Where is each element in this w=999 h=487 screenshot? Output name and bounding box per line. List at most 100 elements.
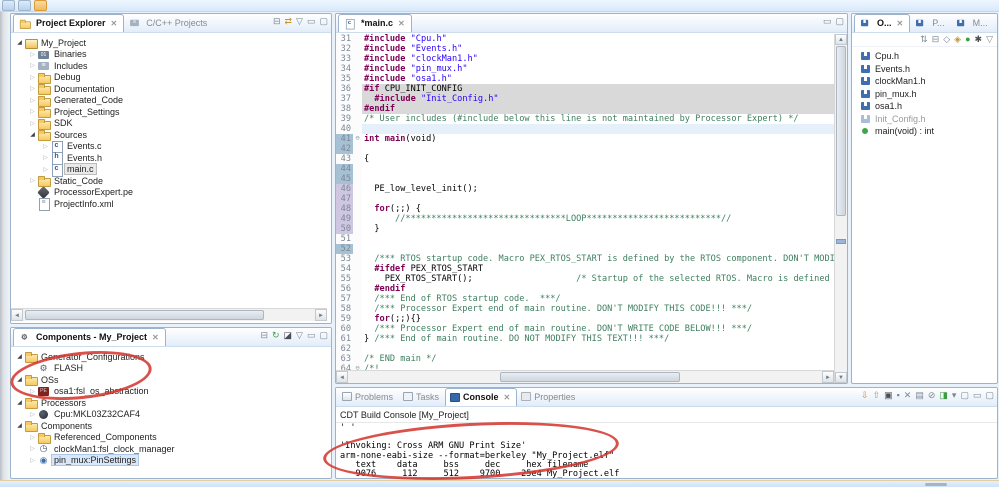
scroll-left-icon[interactable]: ◄ bbox=[336, 371, 348, 383]
maximize-icon[interactable]: ▢ bbox=[835, 17, 844, 26]
expand-arrow-icon[interactable]: ▷ bbox=[41, 166, 50, 173]
tab-tasks[interactable]: Tasks bbox=[399, 388, 445, 406]
tree-item-documentation[interactable]: ▷ Documentation bbox=[15, 83, 331, 96]
tree-item-events-c[interactable]: ▷ Events.c bbox=[15, 140, 331, 154]
tree-item-projectinfo-xml[interactable]: ProjectInfo.xml bbox=[15, 198, 331, 212]
expand-arrow-icon[interactable]: ▷ bbox=[28, 457, 37, 464]
tab-peripherals[interactable]: P... bbox=[910, 14, 950, 32]
scroll-right-icon[interactable]: ► bbox=[822, 371, 834, 383]
close-icon[interactable]: ✕ bbox=[398, 19, 405, 28]
expand-arrow-icon[interactable]: ▷ bbox=[28, 62, 37, 69]
open-console-icon[interactable]: ▢ bbox=[960, 391, 969, 400]
editor-vscrollbar[interactable]: ▲ ▼ bbox=[834, 34, 847, 383]
tab-problems[interactable]: Problems bbox=[338, 388, 399, 406]
close-icon[interactable]: ✕ bbox=[897, 19, 904, 28]
expand-arrow-icon[interactable]: ▷ bbox=[28, 177, 37, 184]
fold-collapse-icon[interactable]: ⊖ bbox=[353, 134, 362, 144]
tree-item-project-settings[interactable]: ▷ Project_Settings bbox=[15, 106, 331, 119]
minimize-icon[interactable]: ▭ bbox=[307, 331, 316, 340]
perspective-button-3[interactable] bbox=[34, 0, 47, 11]
perspective-button-1[interactable] bbox=[2, 0, 15, 11]
view-menu-icon[interactable]: ▽ bbox=[986, 35, 993, 44]
expand-arrow-icon[interactable]: ▷ bbox=[28, 434, 37, 441]
tab-console[interactable]: Console ✕ bbox=[445, 388, 518, 406]
expand-arrow-icon[interactable]: ▷ bbox=[28, 97, 37, 104]
previous-error-icon[interactable]: ⇧ bbox=[873, 391, 881, 400]
minimize-icon[interactable]: ▭ bbox=[307, 17, 316, 26]
show-console-on-output-icon[interactable]: ▣ bbox=[884, 391, 893, 400]
outline-item-osa1-h[interactable]: osa1.h bbox=[852, 100, 997, 113]
code-editor[interactable]: 31 #include "Cpu.h" 32 #include "Events.h" 3… bbox=[336, 34, 834, 383]
expand-arrow-icon[interactable]: ▷ bbox=[28, 120, 37, 127]
expand-arrow-icon[interactable]: ▷ bbox=[41, 154, 50, 161]
tree-item-binaries[interactable]: ▷ Binaries bbox=[15, 49, 331, 61]
tab-properties[interactable]: Properties bbox=[517, 388, 581, 406]
view-menu-icon[interactable]: ▽ bbox=[296, 331, 303, 340]
tab-templates[interactable]: T... bbox=[994, 14, 997, 32]
sort-icon[interactable]: ⇅ bbox=[920, 35, 928, 44]
tab-make-target[interactable]: M... bbox=[951, 14, 994, 32]
hide-static-members-icon[interactable]: ◈ bbox=[954, 35, 961, 44]
hide-inactive-icon[interactable]: ✱ bbox=[975, 35, 983, 44]
tree-item-pin-mux-pinsettings[interactable]: ▷ pin_mux:PinSettings bbox=[15, 454, 331, 467]
tree-item-processorexpert-pe[interactable]: ProcessorExpert.pe bbox=[15, 187, 331, 199]
tree-item-main-c[interactable]: ▷ main.c bbox=[15, 163, 331, 177]
outline-item-events-h[interactable]: Events.h bbox=[852, 63, 997, 76]
view-menu-icon[interactable]: ▽ bbox=[296, 17, 303, 26]
close-icon[interactable]: ✕ bbox=[504, 393, 511, 402]
tree-item-referenced-components[interactable]: ▷ Referenced_Components bbox=[15, 432, 331, 444]
maximize-icon[interactable]: ▢ bbox=[319, 331, 328, 340]
tree-item-cpu-mkl03z32caf4[interactable]: ▷ Cpu:MKL03Z32CAF4 bbox=[15, 409, 331, 421]
scroll-left-icon[interactable]: ◄ bbox=[11, 309, 23, 321]
close-icon[interactable]: ✕ bbox=[152, 333, 159, 342]
collapse-all-icon[interactable]: ⊟ bbox=[273, 17, 281, 26]
collapse-arrow-icon[interactable]: ◢ bbox=[15, 422, 24, 429]
sash-handle[interactable] bbox=[925, 483, 947, 486]
outline-item-pin-mux-h[interactable]: pin_mux.h bbox=[852, 88, 997, 101]
terminate-icon[interactable]: ▪ bbox=[897, 391, 900, 400]
tree-item-sources[interactable]: ◢ Sources bbox=[15, 129, 331, 142]
vscroll-thumb[interactable] bbox=[836, 46, 846, 216]
maximize-icon[interactable]: ▢ bbox=[985, 391, 994, 400]
clear-console-icon[interactable]: ▤ bbox=[915, 391, 924, 400]
next-error-icon[interactable]: ⇩ bbox=[861, 391, 869, 400]
collapse-arrow-icon[interactable]: ◢ bbox=[15, 353, 24, 360]
collapse-all-icon[interactable]: ⊟ bbox=[932, 35, 940, 44]
collapse-arrow-icon[interactable]: ◢ bbox=[15, 399, 24, 406]
scroll-lock-icon[interactable]: ⊘ bbox=[928, 391, 936, 400]
scroll-right-icon[interactable]: ► bbox=[315, 309, 327, 321]
expand-arrow-icon[interactable]: ▷ bbox=[28, 51, 37, 58]
outline-item-clockman1-h[interactable]: clockMan1.h bbox=[852, 75, 997, 88]
outline-item-init-config-h[interactable]: Init_Config.h bbox=[852, 113, 997, 126]
collapse-arrow-icon[interactable]: ◢ bbox=[28, 131, 37, 138]
expand-arrow-icon[interactable]: ▷ bbox=[28, 108, 37, 115]
display-console-icon[interactable]: ▾ bbox=[952, 391, 957, 400]
collapse-arrow-icon[interactable]: ◢ bbox=[15, 39, 24, 46]
tree-item-sdk[interactable]: ▷ SDK bbox=[15, 118, 331, 130]
expand-arrow-icon[interactable]: ▷ bbox=[41, 143, 50, 150]
tree-item-debug[interactable]: ▷ Debug bbox=[15, 72, 331, 84]
outline-item-main-void-int[interactable]: main(void) : int bbox=[852, 125, 997, 138]
remove-launch-icon[interactable]: ✕ bbox=[904, 391, 912, 400]
tab-cpp-projects[interactable]: C/C++ Projects bbox=[124, 14, 213, 32]
expand-arrow-icon[interactable]: ▷ bbox=[28, 85, 37, 92]
tree-item-clockman1-fsl-clock-manager[interactable]: ▷ clockMan1:fsl_clock_manager bbox=[15, 443, 331, 455]
minimize-icon[interactable]: ▭ bbox=[823, 17, 832, 26]
minimize-icon[interactable]: ▭ bbox=[973, 391, 982, 400]
project-explorer-hscrollbar[interactable]: ◄ ► bbox=[11, 308, 327, 321]
hide-non-public-icon[interactable]: ● bbox=[965, 35, 970, 44]
expand-arrow-icon[interactable]: ▷ bbox=[28, 74, 37, 81]
perspective-button-2[interactable] bbox=[18, 0, 31, 11]
close-icon[interactable]: ✕ bbox=[111, 19, 118, 28]
tree-item-components[interactable]: ◢ Components bbox=[15, 420, 331, 433]
scroll-up-icon[interactable]: ▲ bbox=[835, 34, 847, 45]
hscroll-thumb[interactable] bbox=[499, 372, 680, 382]
tab-components[interactable]: Components - My_Project ✕ bbox=[13, 328, 166, 346]
tree-item-my-project[interactable]: ◢ My_Project bbox=[15, 37, 331, 50]
expand-arrow-icon[interactable]: ▷ bbox=[28, 411, 37, 418]
tab-outline[interactable]: O... ✕ bbox=[854, 14, 911, 32]
tree-item-includes[interactable]: ▷ Includes bbox=[15, 60, 331, 72]
tree-item-generated-code[interactable]: ▷ Generated_Code bbox=[15, 95, 331, 107]
scroll-down-icon[interactable]: ▼ bbox=[835, 372, 847, 383]
code-generation-settings-icon[interactable]: ◪ bbox=[284, 331, 293, 340]
